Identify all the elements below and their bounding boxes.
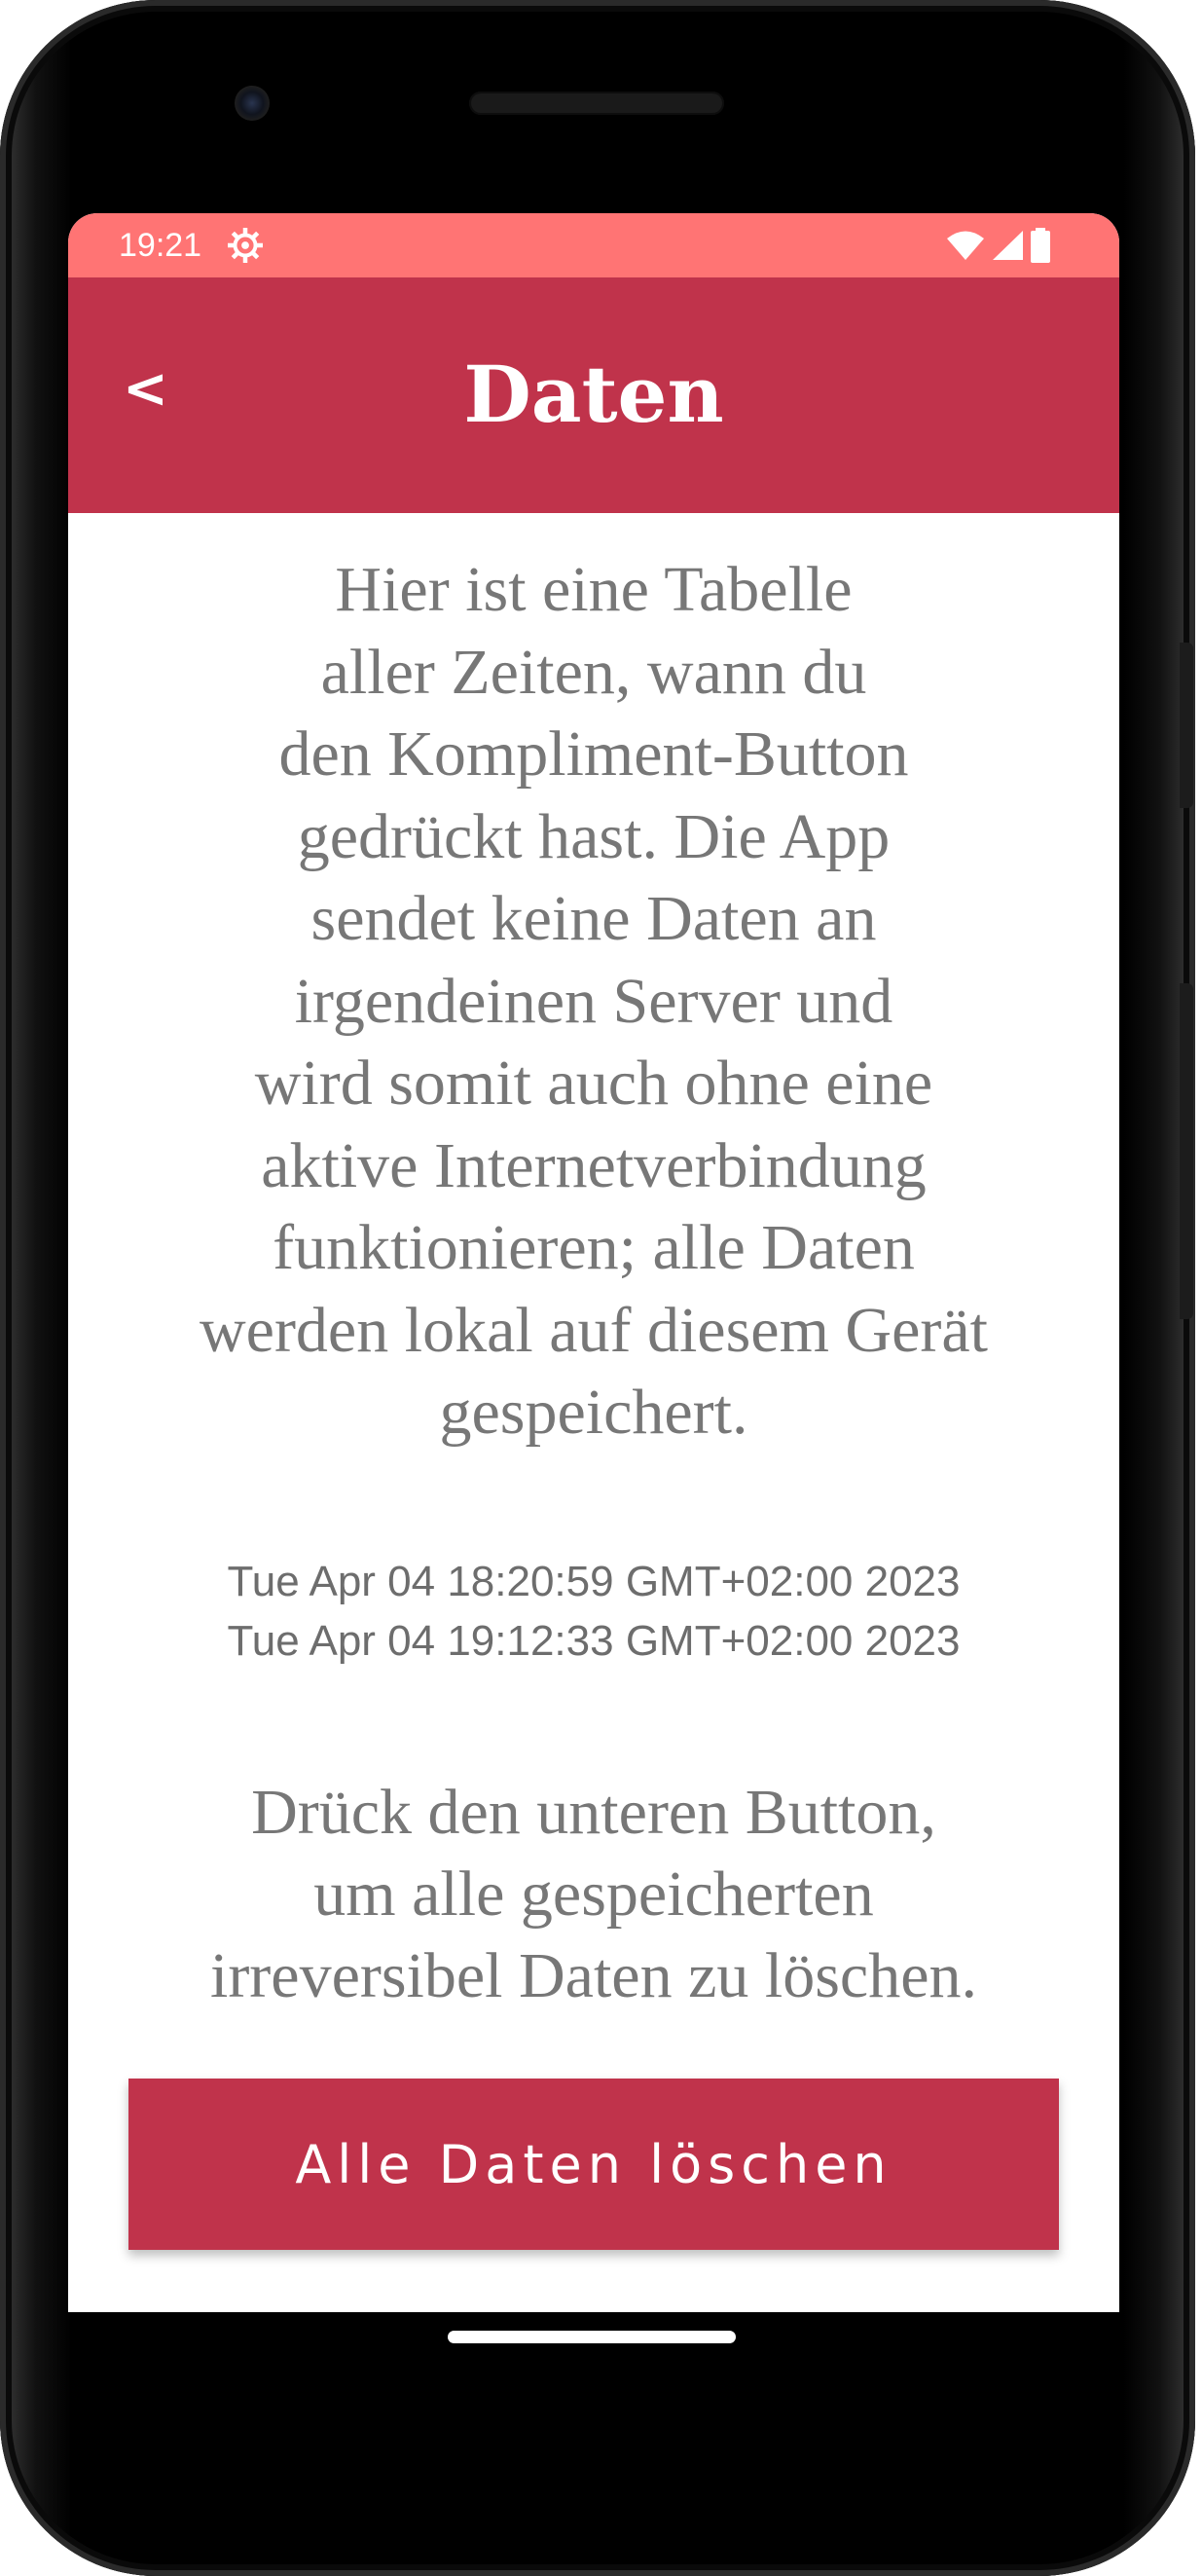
timestamp-entry: Tue Apr 04 19:12:33 GMT+02:00 2023 bbox=[227, 1617, 961, 1665]
delete-hint-text: Drück den unteren Button, um alle gespei… bbox=[127, 1772, 1061, 2017]
status-bar: 19:21 bbox=[68, 213, 1119, 277]
power-button bbox=[1180, 983, 1193, 1319]
intro-line: aktive Internetverbindung bbox=[261, 1129, 927, 1201]
status-icons bbox=[946, 227, 1051, 264]
intro-line: irgendeinen Server und bbox=[294, 965, 893, 1037]
hint-line: Drück den unteren Button, bbox=[251, 1777, 936, 1848]
settings-icon bbox=[228, 228, 263, 263]
wifi-icon bbox=[947, 231, 984, 260]
intro-line: funktionieren; alle Daten bbox=[273, 1212, 915, 1283]
app-bar: < Daten bbox=[68, 277, 1119, 513]
timestamp-entry: Tue Apr 04 18:20:59 GMT+02:00 2023 bbox=[227, 1558, 961, 1605]
intro-line: wird somit auch ohne eine bbox=[254, 1048, 933, 1119]
page-title: Daten bbox=[463, 349, 724, 440]
delete-all-data-button[interactable]: Alle Daten löschen bbox=[128, 2079, 1059, 2250]
intro-line: Hier ist eine Tabelle bbox=[335, 554, 853, 625]
volume-button bbox=[1180, 643, 1193, 808]
earpiece-speaker bbox=[469, 92, 724, 115]
intro-line: aller Zeiten, wann du bbox=[320, 636, 867, 708]
intro-line: werden lokal auf diesem Gerät bbox=[200, 1294, 988, 1366]
intro-line: gedrückt hast. Die App bbox=[297, 800, 891, 872]
intro-text: Hier ist eine Tabelle aller Zeiten, wann… bbox=[127, 549, 1061, 1454]
home-gesture-bar[interactable] bbox=[448, 2331, 736, 2343]
status-time: 19:21 bbox=[119, 227, 202, 264]
screen: 19:21 < Daten Hier ist eine Tabelle alle… bbox=[68, 213, 1119, 2312]
intro-line: gespeichert. bbox=[439, 1377, 748, 1448]
hint-line: um alle gespeicherten bbox=[313, 1858, 874, 1930]
front-camera bbox=[235, 86, 270, 121]
intro-line: sendet keine Daten an bbox=[310, 883, 877, 954]
timestamp-list: Tue Apr 04 18:20:59 GMT+02:00 2023 Tue A… bbox=[68, 1552, 1119, 1671]
hint-line: irreversibel Daten zu löschen. bbox=[209, 1940, 977, 2011]
intro-line: den Kompliment-Button bbox=[278, 718, 909, 790]
phone-frame: 19:21 < Daten Hier ist eine Tabelle alle… bbox=[0, 0, 1195, 2576]
battery-icon bbox=[1031, 228, 1050, 263]
signal-icon bbox=[993, 231, 1023, 260]
